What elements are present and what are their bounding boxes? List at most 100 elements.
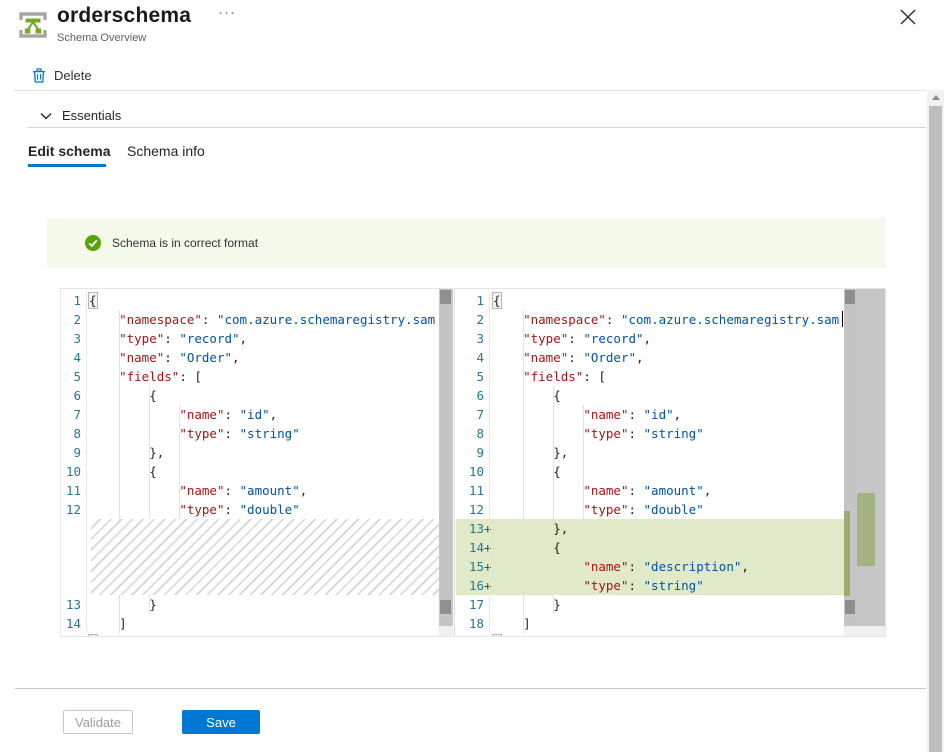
- line-number: 8: [61, 424, 81, 443]
- line-number: 15: [61, 633, 81, 636]
- validation-success-banner: Schema is in correct format: [47, 218, 886, 268]
- code-text: "type": "record",: [493, 331, 651, 346]
- schema-overview-page: orderschema ··· Schema Overview Delete E…: [0, 0, 944, 752]
- code-line[interactable]: 2 "namespace": "com.azure.schemaregistry…: [456, 310, 844, 329]
- indent-guide: [149, 386, 150, 519]
- line-number: 11: [61, 481, 81, 500]
- page-title: orderschema: [57, 4, 191, 28]
- code-text: "name": "amount",: [493, 483, 711, 498]
- line-number: 3: [456, 329, 484, 348]
- added-lines-scrollbar-mark: [844, 511, 850, 596]
- text-cursor: [842, 311, 843, 327]
- code-text: "type": "string": [493, 426, 704, 441]
- page-scrollbar-thumb[interactable]: [929, 106, 942, 752]
- essentials-divider: [27, 127, 926, 128]
- code-text: "name": "id",: [89, 407, 277, 422]
- close-icon[interactable]: [898, 7, 918, 27]
- code-line[interactable]: 19}: [456, 633, 844, 636]
- scrollbar-decoration: [440, 290, 451, 304]
- line-number: 5: [61, 367, 81, 386]
- line-number: 8: [456, 424, 484, 443]
- right-editor-scrollbar[interactable]: [844, 289, 857, 636]
- schema-diff-editor[interactable]: 1{2 "namespace": "com.azure.schemaregist…: [60, 288, 886, 637]
- line-number: 7: [61, 405, 81, 424]
- diff-pane-divider[interactable]: [454, 289, 455, 636]
- code-line[interactable]: 1{: [456, 291, 844, 310]
- banner-message: Schema is in correct format: [112, 236, 258, 250]
- code-line[interactable]: 6 {: [456, 386, 844, 405]
- validate-button[interactable]: Validate: [63, 710, 133, 734]
- code-text: "name": "Order",: [89, 350, 240, 365]
- line-number: 4: [61, 348, 81, 367]
- right-gutter-border: [489, 291, 490, 633]
- code-text: }: [493, 597, 561, 612]
- tab-edit-schema[interactable]: Edit schema: [28, 143, 110, 159]
- diff-overview-ruler[interactable]: [857, 289, 885, 636]
- code-line-added[interactable]: 14+ {: [456, 538, 844, 557]
- tab-schema-info[interactable]: Schema info: [127, 143, 205, 159]
- line-number: 19: [456, 633, 484, 636]
- line-number: 6: [61, 386, 81, 405]
- code-text: {: [493, 388, 561, 403]
- modified-schema-pane[interactable]: 1{2 "namespace": "com.azure.schemaregist…: [456, 289, 844, 636]
- code-line[interactable]: 7 "name": "id",: [456, 405, 844, 424]
- code-line[interactable]: 10 {: [456, 462, 844, 481]
- code-line[interactable]: 1{: [61, 291, 454, 310]
- code-line[interactable]: 15}: [61, 633, 454, 636]
- code-text: },: [89, 445, 164, 460]
- line-number: 13: [61, 595, 81, 614]
- indent-guide: [523, 310, 524, 633]
- code-text: },: [493, 445, 568, 460]
- essentials-toggle[interactable]: Essentials: [40, 108, 121, 123]
- code-line[interactable]: 12 "type": "double": [456, 500, 844, 519]
- code-line[interactable]: 18 ]: [456, 614, 844, 633]
- code-text: "type": "string": [493, 578, 704, 593]
- code-line[interactable]: 4 "name": "Order",: [456, 348, 844, 367]
- more-options-button[interactable]: ···: [218, 4, 236, 21]
- indent-guide: [149, 595, 150, 614]
- line-number: 1: [456, 291, 484, 310]
- code-text: }: [89, 597, 157, 612]
- delete-button-label: Delete: [54, 68, 92, 83]
- left-gutter-border: [86, 291, 87, 633]
- code-text: }: [89, 635, 97, 636]
- code-text: "name": "Order",: [493, 350, 644, 365]
- code-line[interactable]: 11 "name": "amount",: [456, 481, 844, 500]
- line-number: 12: [456, 500, 484, 519]
- line-number: 14: [61, 614, 81, 633]
- line-number: 4: [456, 348, 484, 367]
- code-line[interactable]: 17 }: [456, 595, 844, 614]
- code-text: "name": "id",: [493, 407, 681, 422]
- code-line-added[interactable]: 13+ },: [456, 519, 844, 538]
- left-editor-scrollbar[interactable]: [439, 289, 453, 636]
- active-tab-indicator: [28, 164, 106, 167]
- code-text: "type": "double": [493, 502, 704, 517]
- code-text: {: [493, 464, 561, 479]
- line-number: 2: [456, 310, 484, 329]
- save-button[interactable]: Save: [182, 710, 260, 734]
- line-number: 9: [61, 443, 81, 462]
- line-number: 9: [456, 443, 484, 462]
- scrollbar-thumb[interactable]: [439, 289, 453, 626]
- delete-button[interactable]: Delete: [32, 65, 92, 85]
- code-line[interactable]: 3 "type": "record",: [456, 329, 844, 348]
- line-number: 1: [61, 291, 81, 310]
- line-number: 12: [61, 500, 81, 519]
- line-number: 11: [456, 481, 484, 500]
- code-text: "fields": [: [89, 369, 202, 384]
- code-line-added[interactable]: 15+ "name": "description",: [456, 557, 844, 576]
- indent-guide: [119, 595, 120, 633]
- code-line-added[interactable]: 16+ "type": "string": [456, 576, 844, 595]
- code-line[interactable]: 5 "fields": [: [456, 367, 844, 386]
- code-line[interactable]: 8 "type": "string": [456, 424, 844, 443]
- code-line[interactable]: 9 },: [456, 443, 844, 462]
- line-number: 13: [456, 519, 484, 538]
- chevron-down-icon: [40, 112, 52, 120]
- scrollbar-up-arrow[interactable]: [927, 90, 944, 105]
- success-check-icon: [85, 235, 101, 251]
- code-text: {: [493, 540, 561, 555]
- code-text: "namespace": "com.azure.schemaregistry.s…: [493, 312, 839, 327]
- code-text: {: [89, 293, 97, 308]
- indent-guide: [179, 405, 180, 519]
- page-scrollbar[interactable]: [927, 90, 944, 752]
